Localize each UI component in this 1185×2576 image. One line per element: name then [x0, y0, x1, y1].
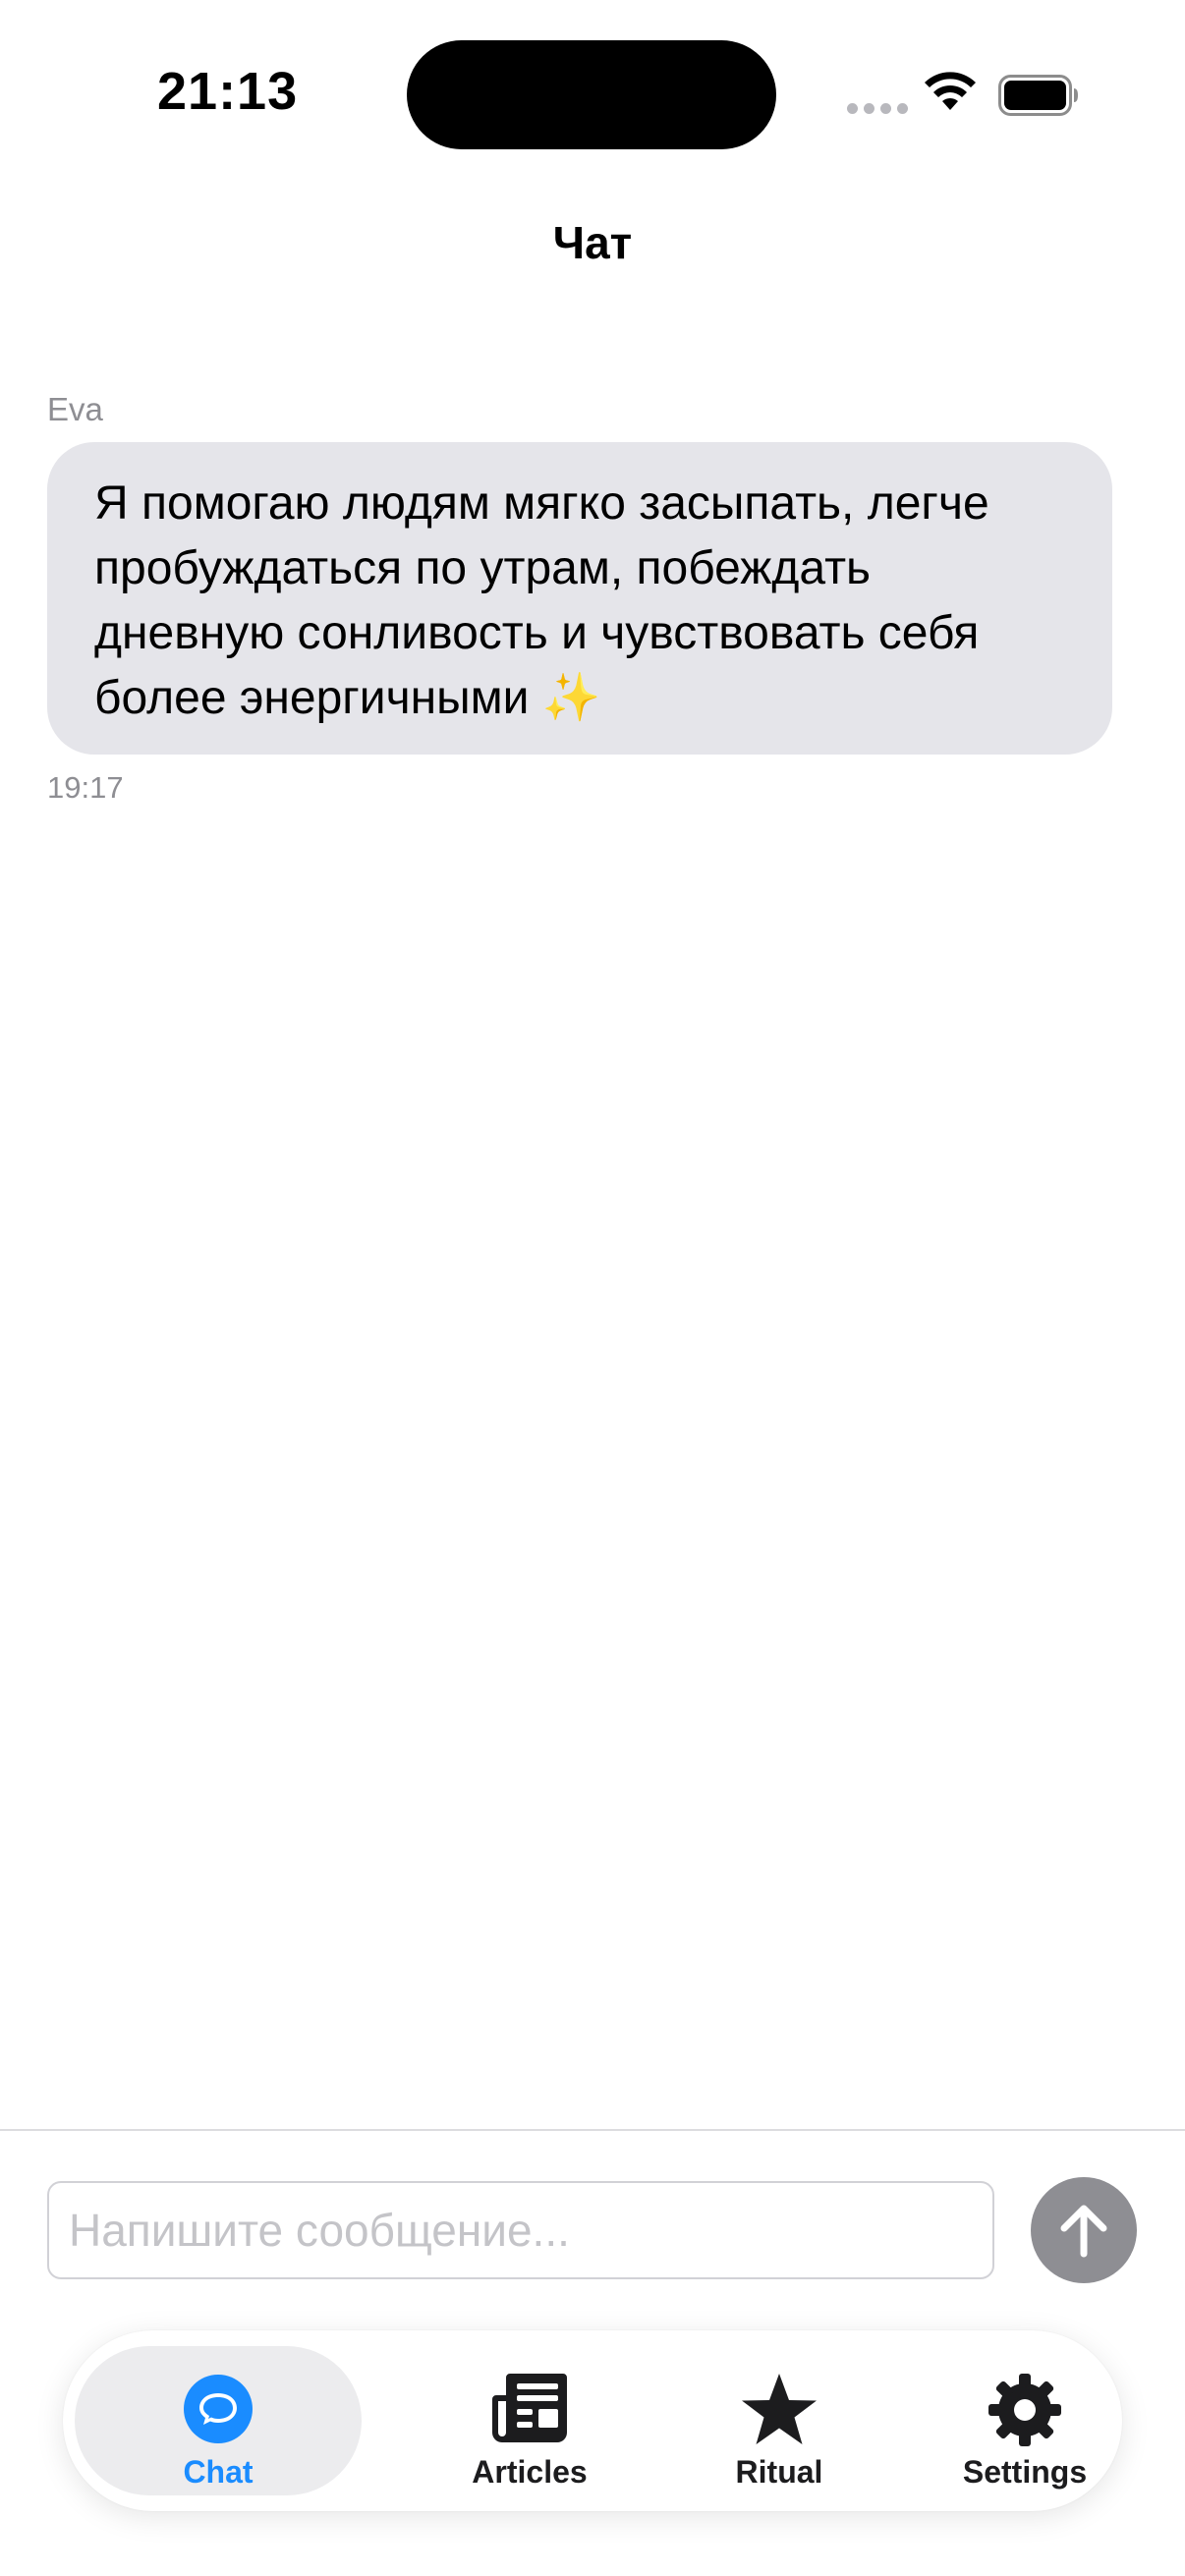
arrow-up-icon: [1060, 2205, 1107, 2258]
status-time: 21:13: [157, 62, 299, 121]
message-input[interactable]: [47, 2181, 994, 2279]
star-icon: [742, 2374, 817, 2444]
tab-bar: Chat Articles Ritual Settings: [63, 2330, 1122, 2511]
gear-icon: [988, 2374, 1061, 2446]
send-button[interactable]: [1031, 2177, 1137, 2283]
page-title: Чат: [552, 217, 633, 268]
tab-label-settings: Settings: [962, 2454, 1088, 2490]
wifi-icon: [925, 72, 976, 110]
cellular-signal-icon: [847, 103, 908, 114]
battery-icon: [998, 75, 1078, 116]
message-timestamp: 19:17: [47, 770, 124, 805]
tab-chat[interactable]: Chat: [75, 2346, 362, 2495]
tab-label-articles: Articles: [472, 2454, 588, 2490]
tab-ritual[interactable]: Ritual: [654, 2346, 904, 2495]
tab-label-chat: Chat: [183, 2454, 254, 2490]
tab-settings[interactable]: Settings: [900, 2346, 1150, 2495]
message-bubble[interactable]: Я помогаю людям мягко засыпать, легче пр…: [47, 442, 1112, 755]
chat-bubble-icon: [184, 2375, 253, 2443]
composer-divider: [0, 2129, 1185, 2131]
message-sender: Eva: [47, 391, 103, 427]
tab-articles[interactable]: Articles: [405, 2346, 654, 2495]
newspaper-icon: [492, 2374, 567, 2442]
dynamic-island: [407, 40, 776, 149]
status-bar: 21:13: [0, 0, 1185, 187]
tab-label-ritual: Ritual: [735, 2454, 823, 2490]
